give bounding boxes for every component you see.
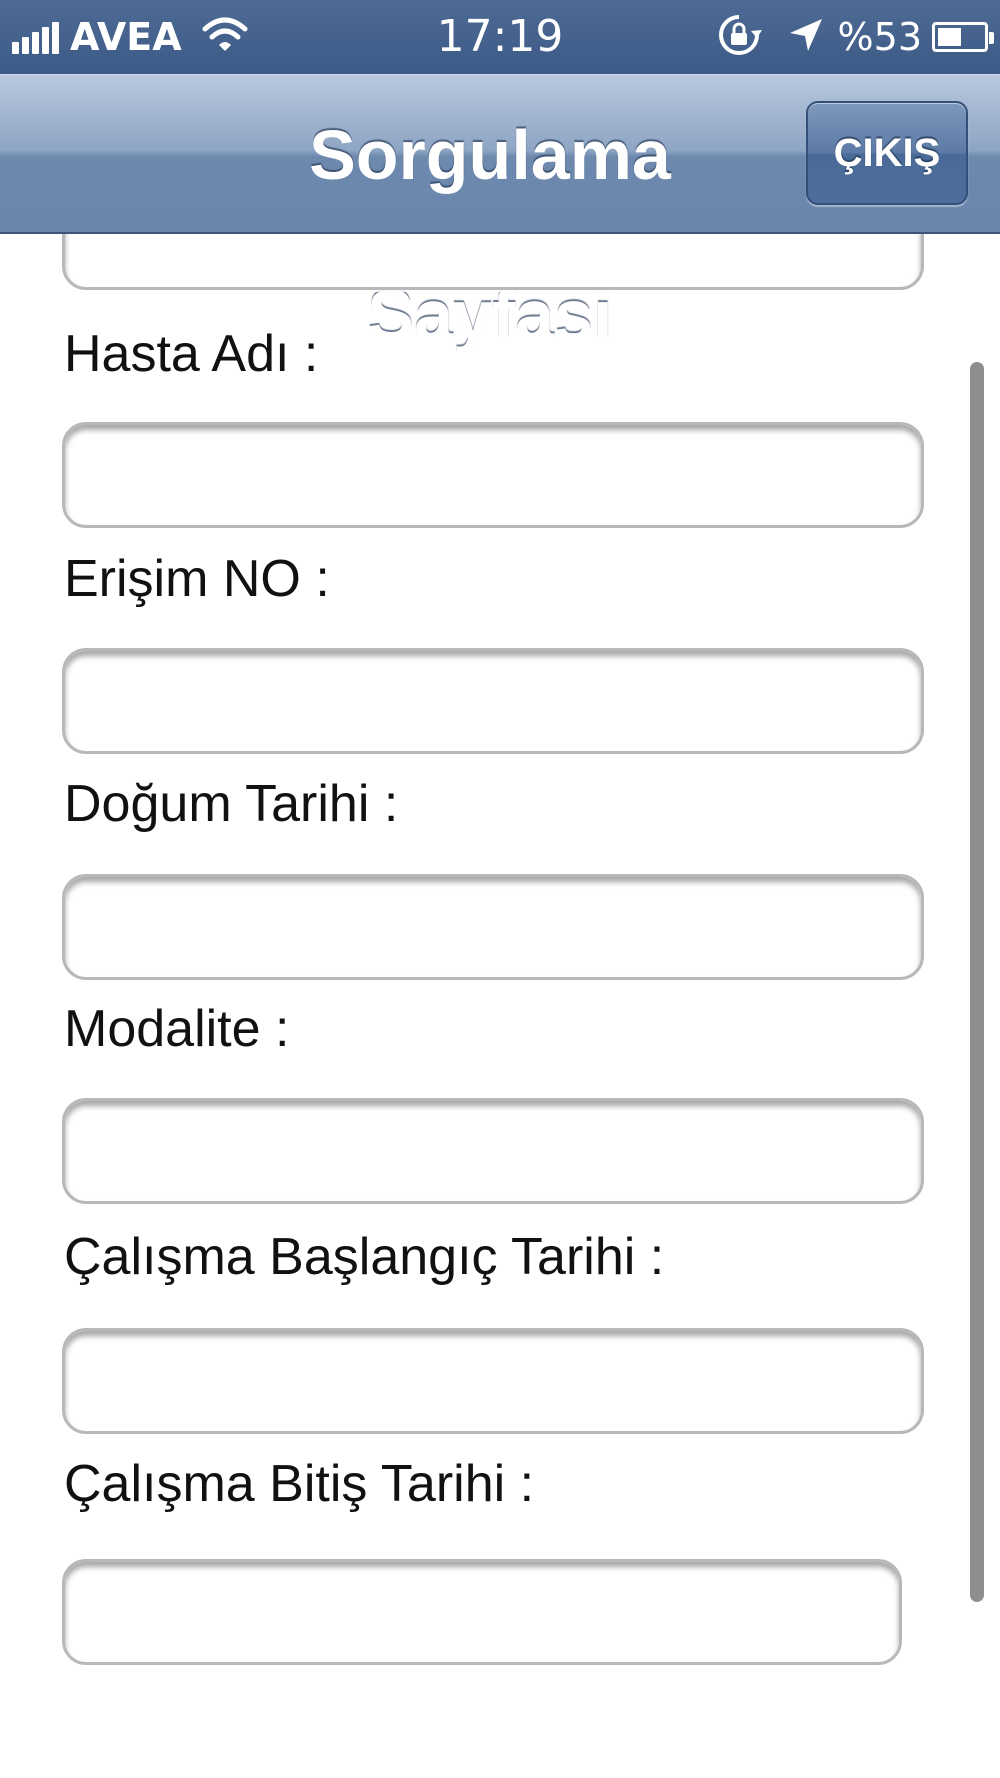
field-label-hasta-adi: Hasta Adı : <box>64 325 319 383</box>
dogum-tarihi-field[interactable] <box>62 874 924 980</box>
location-arrow-icon <box>788 17 824 57</box>
status-bar: AVEA 17:19 %53 <box>0 0 1000 74</box>
calisma-bitis-tarihi-field[interactable] <box>62 1559 902 1665</box>
page-title: Sorgulama Sayfasi <box>309 116 671 354</box>
search-form[interactable]: Hasta Adı : Erişim NO : Doğum Tarihi : M… <box>0 234 1000 1778</box>
erisim-no-field[interactable] <box>62 648 924 754</box>
text-field-partial[interactable] <box>62 234 924 290</box>
exit-button[interactable]: ÇIKIŞ <box>806 101 968 205</box>
vertical-scrollbar[interactable] <box>970 362 984 1602</box>
battery-percentage: %53 <box>837 15 922 59</box>
navigation-bar: Sorgulama Sayfasi ÇIKIŞ <box>0 74 1000 354</box>
field-label-calisma-bitis-tarihi: Çalışma Bitiş Tarihi : <box>64 1455 535 1513</box>
rotation-lock-icon <box>716 12 762 62</box>
status-bar-right: %53 <box>716 0 994 74</box>
field-label-modalite: Modalite : <box>64 1000 290 1058</box>
modalite-field[interactable] <box>62 1098 924 1204</box>
calisma-baslangic-tarihi-field[interactable] <box>62 1328 924 1434</box>
field-label-dogum-tarihi: Doğum Tarihi : <box>64 775 399 833</box>
field-label-erisim-no: Erişim NO : <box>64 550 330 608</box>
battery-charging-icon <box>932 22 994 52</box>
hasta-adi-field[interactable] <box>62 422 924 528</box>
field-label-calisma-baslangic-tarihi: Çalışma Başlangıç Tarihi : <box>64 1228 665 1286</box>
